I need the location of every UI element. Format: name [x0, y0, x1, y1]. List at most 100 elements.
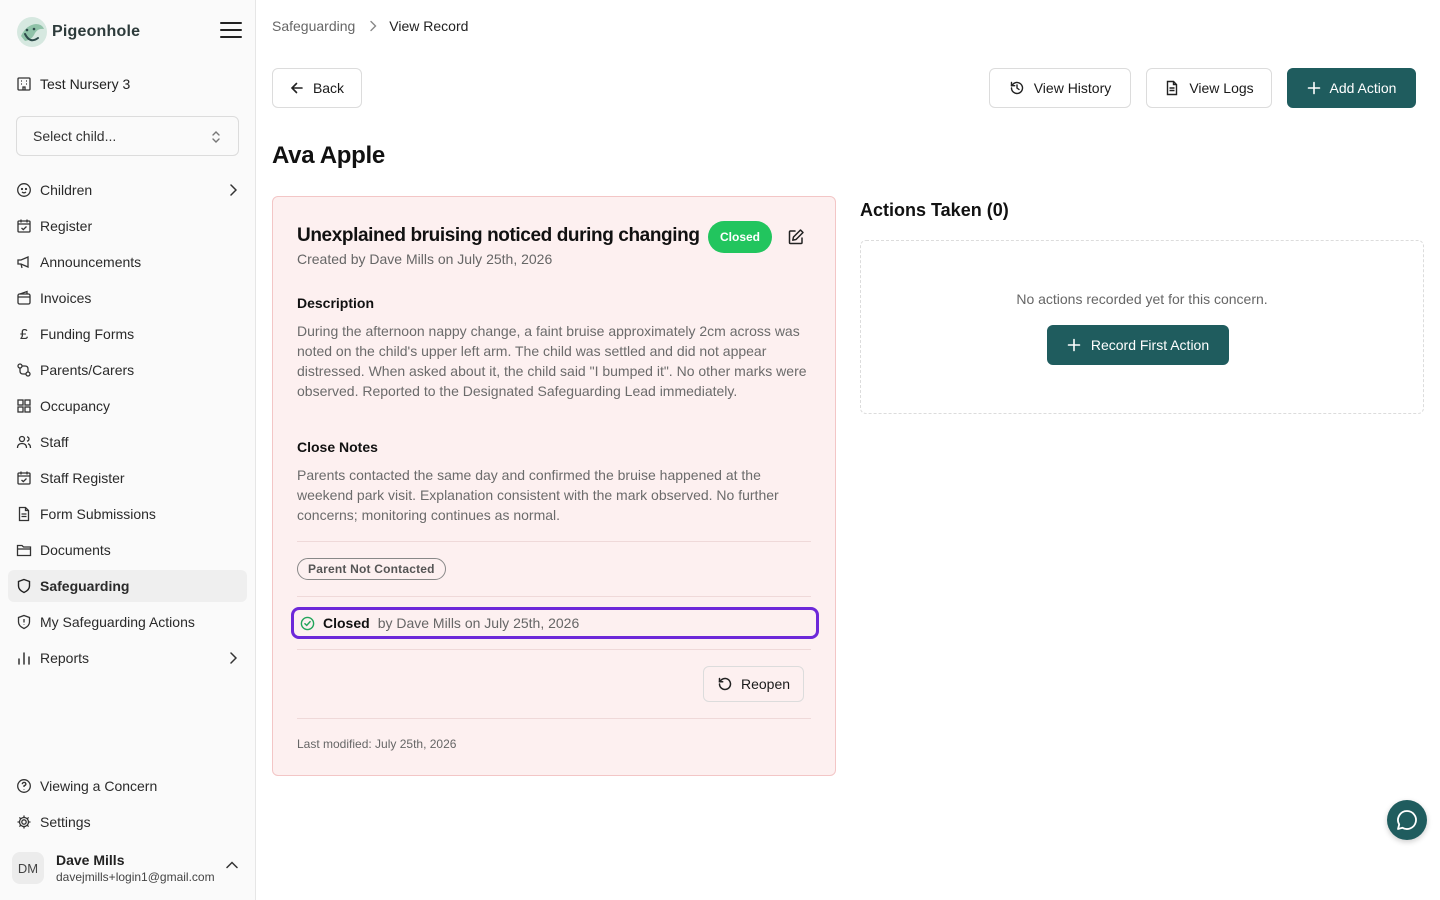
view-history-button[interactable]: View History	[989, 68, 1131, 108]
chevron-right-icon	[230, 184, 237, 196]
arrow-left-icon	[290, 82, 303, 94]
sidebar-item-label: My Safeguarding Actions	[40, 614, 195, 630]
page-title: Ava Apple	[272, 142, 385, 169]
reopen-label: Reopen	[740, 676, 791, 692]
sidebar-item-label: Staff Register	[40, 470, 125, 486]
sidebar-item-register[interactable]: Register	[8, 210, 247, 242]
megaphone-icon	[16, 254, 32, 270]
sidebar: Pigeonhole Test Nursery 3 Select child..…	[0, 0, 256, 900]
chevron-right-icon	[230, 652, 237, 664]
folder-icon	[16, 542, 32, 558]
actions-taken-title: Actions Taken (0)	[860, 200, 1009, 220]
sidebar-item-label: Children	[40, 182, 93, 198]
sidebar-bottom-nav: Viewing a Concern Settings	[8, 770, 247, 842]
shield-alert-icon	[16, 614, 32, 630]
check-circle-icon	[300, 616, 315, 630]
sidebar-item-label: Register	[40, 218, 93, 234]
closed-by: by Dave Mills on July 25th, 2026	[377, 615, 580, 631]
plus-icon	[1307, 81, 1320, 95]
sidebar-item-viewing-a-concern[interactable]: Viewing a Concern	[8, 770, 247, 802]
edit-concern-button[interactable]	[787, 228, 805, 246]
grid-icon	[16, 398, 32, 414]
baby-icon	[16, 182, 32, 198]
user-menu[interactable]: DM Dave Mills davejmills+login1@gmail.co…	[12, 846, 244, 890]
view-history-label: View History	[1033, 80, 1112, 96]
sidebar-item-label: Settings	[40, 814, 91, 830]
sidebar-nav: Children Register Announcements Invoices…	[8, 174, 247, 678]
sidebar-item-label: Occupancy	[40, 398, 111, 414]
user-name: Dave Mills	[56, 851, 125, 868]
plus-icon	[1067, 338, 1081, 352]
help-circle-icon	[16, 778, 32, 794]
add-action-label: Add Action	[1329, 80, 1397, 96]
building-icon	[17, 77, 31, 91]
sidebar-item-occupancy[interactable]: Occupancy	[8, 390, 247, 422]
concern-card: Unexplained bruising noticed during chan…	[272, 196, 836, 776]
nursery-name: Test Nursery 3	[16, 72, 130, 96]
chevron-right-icon	[370, 20, 377, 32]
breadcrumb-safeguarding-link[interactable]: Safeguarding	[272, 18, 355, 34]
sidebar-item-label: Staff	[40, 434, 69, 450]
description-heading: Description	[297, 295, 375, 311]
back-button-label: Back	[312, 80, 345, 96]
wallet-icon	[16, 290, 32, 306]
app-name: Pigeonhole	[52, 23, 141, 40]
breadcrumb-current: View Record	[389, 18, 469, 34]
gear-icon	[16, 814, 32, 830]
bar-chart-icon	[16, 650, 32, 666]
sidebar-item-label: Announcements	[40, 254, 142, 270]
close-notes-heading: Close Notes	[297, 439, 378, 455]
view-logs-button[interactable]: View Logs	[1146, 68, 1272, 108]
avatar: DM	[12, 852, 44, 884]
calendar-check-icon	[16, 470, 32, 486]
child-select[interactable]: Select child...	[16, 116, 239, 156]
document-icon	[1167, 80, 1178, 96]
sidebar-item-staff-register[interactable]: Staff Register	[8, 462, 247, 494]
sidebar-item-label: Reports	[40, 650, 90, 666]
sidebar-item-label: Invoices	[40, 290, 92, 306]
sidebar-item-staff[interactable]: Staff	[8, 426, 247, 458]
record-first-action-button[interactable]: Record First Action	[1047, 325, 1229, 365]
divider	[297, 541, 811, 542]
sidebar-item-invoices[interactable]: Invoices	[8, 282, 247, 314]
brand[interactable]: Pigeonhole	[16, 16, 140, 48]
menu-toggle-button[interactable]	[220, 20, 246, 44]
users-icon	[16, 434, 32, 450]
sidebar-item-form-submissions[interactable]: Form Submissions	[8, 498, 247, 530]
sidebar-item-children[interactable]: Children	[8, 174, 247, 206]
empty-message: No actions recorded yet for this concern…	[1016, 291, 1268, 307]
sidebar-item-label: Documents	[40, 542, 111, 558]
concern-title: Unexplained bruising noticed during chan…	[297, 225, 700, 246]
divider	[297, 649, 811, 650]
closed-status-row: Closed by Dave Mills on July 25th, 2026	[291, 607, 819, 639]
sidebar-item-safeguarding[interactable]: Safeguarding	[8, 570, 247, 602]
nursery-label: Test Nursery 3	[40, 76, 131, 92]
sidebar-item-label: Funding Forms	[40, 326, 135, 342]
hamburger-icon	[220, 22, 242, 38]
actions-empty-state: No actions recorded yet for this concern…	[860, 240, 1424, 414]
edit-icon	[788, 229, 804, 245]
back-button[interactable]: Back	[272, 68, 362, 108]
shield-icon	[16, 578, 32, 594]
breadcrumb: Safeguarding View Record	[272, 16, 468, 36]
sidebar-item-documents[interactable]: Documents	[8, 534, 247, 566]
status-badge: Closed	[708, 221, 772, 253]
pigeonhole-logo-icon	[17, 17, 47, 47]
document-icon	[16, 506, 32, 522]
tag-badge: Parent Not Contacted	[297, 558, 446, 580]
history-icon	[1010, 81, 1023, 95]
sidebar-item-funding-forms[interactable]: £ Funding Forms	[8, 318, 247, 350]
sidebar-item-reports[interactable]: Reports	[8, 642, 247, 674]
sidebar-item-label: Parents/Carers	[40, 362, 135, 378]
add-action-button[interactable]: Add Action	[1287, 68, 1416, 108]
description-text: During the afternoon nappy change, a fai…	[297, 323, 807, 399]
pound-icon: £	[19, 325, 29, 343]
view-logs-label: View Logs	[1189, 80, 1254, 96]
reopen-button[interactable]: Reopen	[703, 666, 804, 702]
sidebar-item-parents-carers[interactable]: Parents/Carers	[8, 354, 247, 386]
record-first-action-label: Record First Action	[1090, 337, 1210, 353]
sidebar-item-settings[interactable]: Settings	[8, 806, 247, 838]
sidebar-item-announcements[interactable]: Announcements	[8, 246, 247, 278]
sidebar-item-my-safeguarding-actions[interactable]: My Safeguarding Actions	[8, 606, 247, 638]
chat-button[interactable]	[1387, 800, 1427, 840]
